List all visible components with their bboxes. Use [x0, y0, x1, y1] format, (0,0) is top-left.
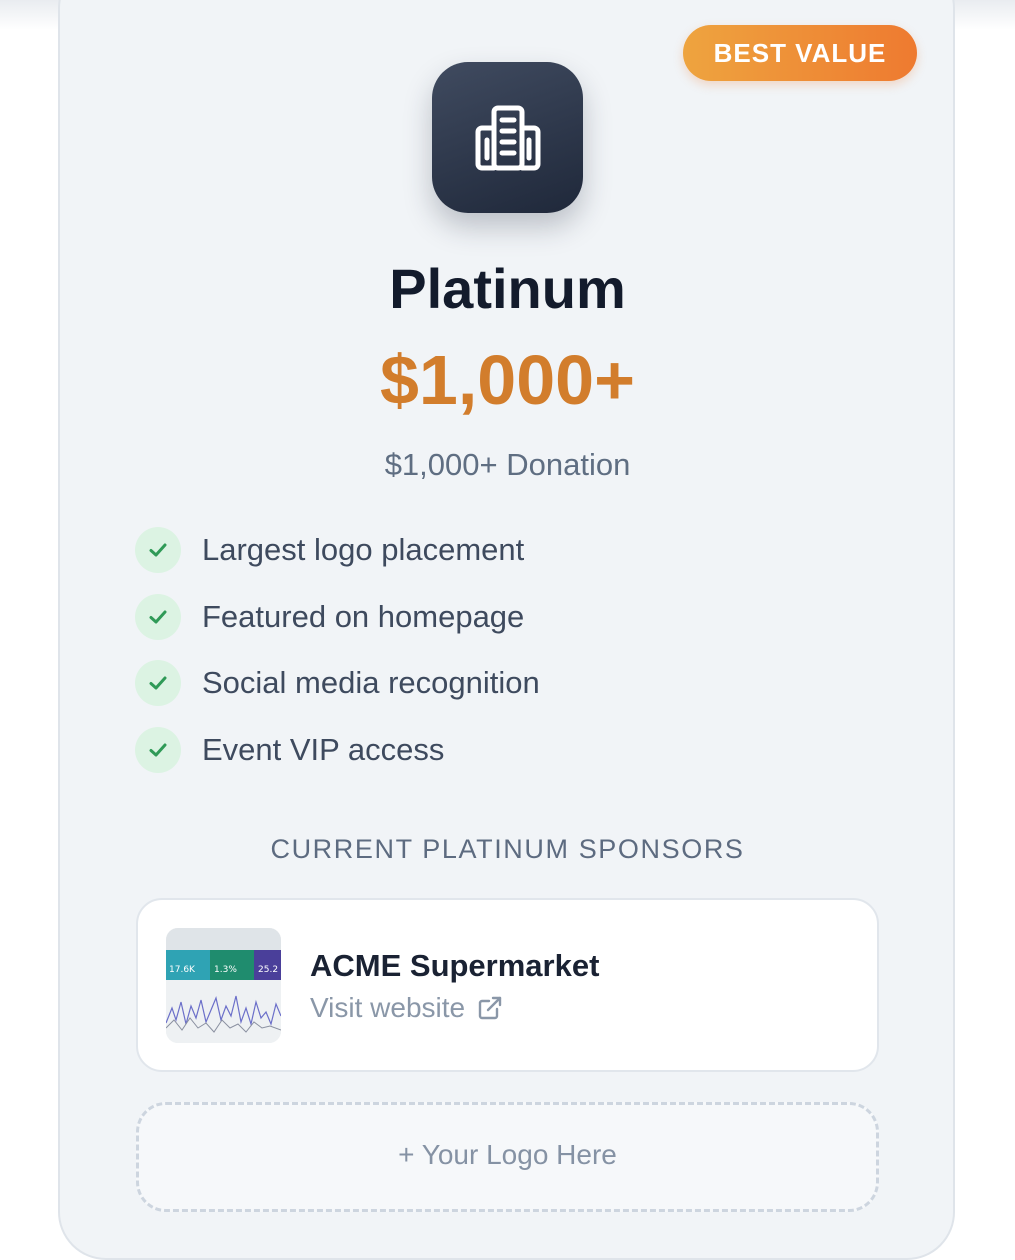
tier-price: $1,000+: [380, 341, 635, 419]
thumb-stat-2: 1.3%: [214, 965, 237, 975]
tier-subtitle: $1,000+ Donation: [384, 447, 631, 482]
building-icon: [432, 62, 583, 213]
sponsor-card[interactable]: 17.6K 1.3% 25.2 ACME Supermarket Visit w…: [136, 898, 879, 1072]
sponsors-heading: CURRENT PLATINUM SPONSORS: [270, 834, 745, 864]
benefits-list: Largest logo placement Featured on homep…: [135, 527, 835, 793]
best-value-badge: BEST VALUE: [683, 25, 917, 81]
your-logo-placeholder[interactable]: + Your Logo Here: [136, 1102, 879, 1212]
placeholder-label: + Your Logo Here: [398, 1139, 617, 1170]
thumb-stat-3: 25.2: [258, 965, 278, 975]
benefit-label: Largest logo placement: [202, 532, 525, 567]
sponsor-logo: 17.6K 1.3% 25.2: [166, 928, 281, 1043]
benefit-label: Social media recognition: [202, 665, 540, 700]
benefit-label: Event VIP access: [202, 731, 445, 767]
visit-website-link[interactable]: Visit website: [310, 992, 503, 1024]
external-link-icon: [478, 996, 502, 1020]
benefit-item: Event VIP access: [135, 726, 835, 773]
sponsor-name: ACME Supermarket: [310, 948, 600, 983]
benefit-label: Featured on homepage: [202, 598, 525, 634]
thumb-stat-1: 17.6K: [169, 965, 196, 975]
check-icon: [135, 726, 181, 773]
benefit-item: Featured on homepage: [135, 593, 835, 640]
benefit-item: Social media recognition: [135, 660, 835, 706]
tier-name: Platinum: [389, 257, 626, 320]
check-icon: [135, 660, 181, 706]
benefit-item: Largest logo placement: [135, 527, 835, 573]
check-icon: [135, 593, 181, 640]
check-icon: [135, 527, 181, 573]
visit-website-label: Visit website: [310, 992, 466, 1023]
